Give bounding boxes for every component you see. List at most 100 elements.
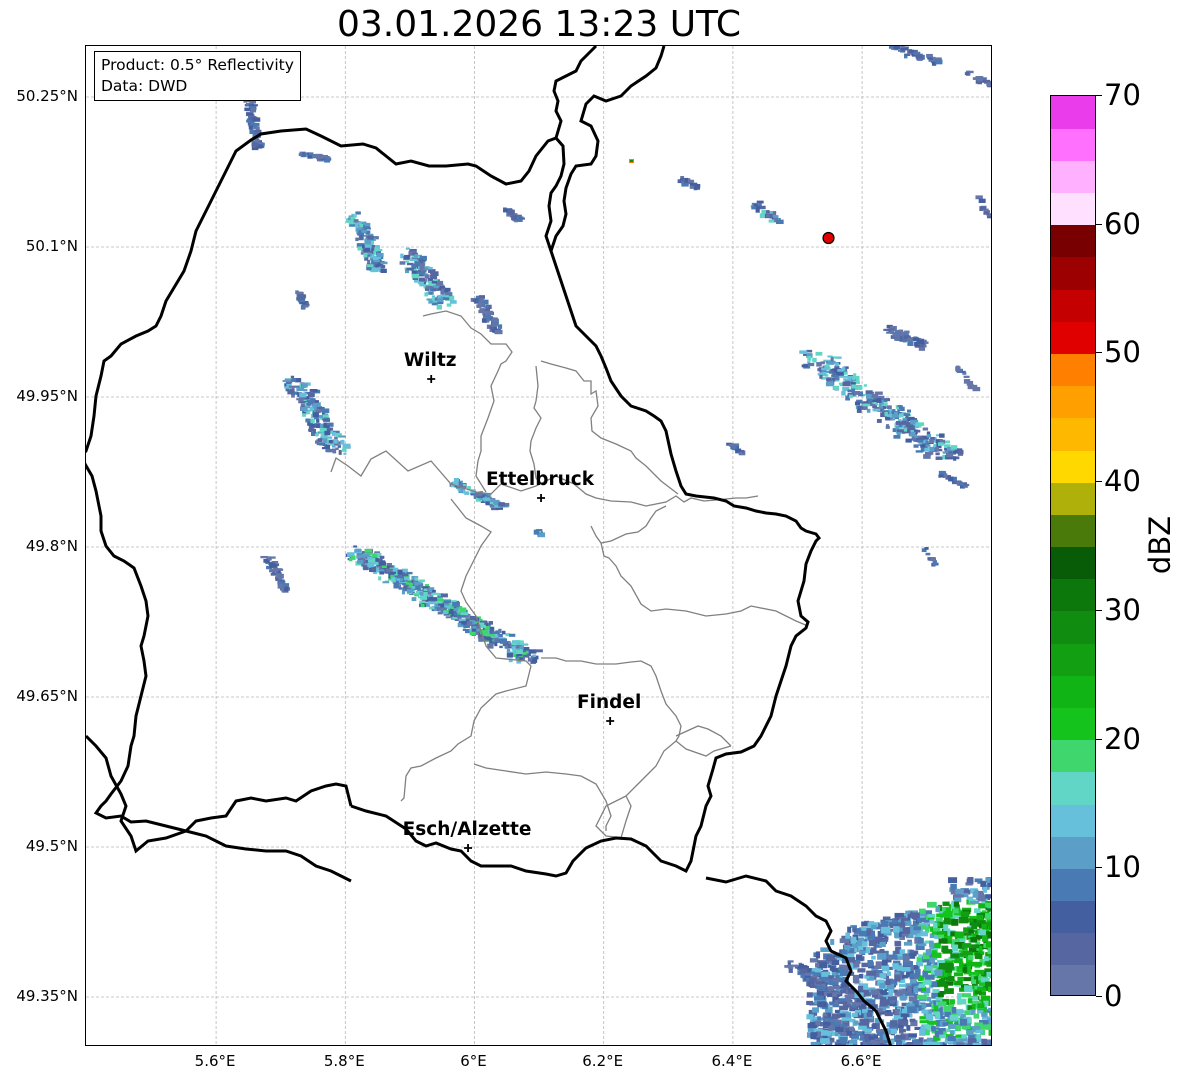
colorbar-segment (1051, 160, 1095, 194)
echo-cell (902, 955, 910, 963)
colorbar-tickmark (1096, 996, 1102, 997)
echo-cell (830, 938, 835, 945)
echo-cell (432, 300, 438, 303)
echo-cell (449, 300, 457, 304)
product-label: Product: 0.5° Reflectivity (101, 56, 294, 74)
echo-cell (917, 994, 927, 1000)
echo-cell (986, 82, 991, 87)
echo-cell (424, 292, 429, 297)
echo-cell (851, 1012, 858, 1017)
echo-cell (879, 996, 887, 1004)
echo-cell (506, 648, 511, 654)
echo-cell (915, 969, 921, 976)
echo-cell (832, 368, 838, 371)
echo-cell (851, 1035, 859, 1039)
echo-cell (967, 876, 974, 884)
echo-cell (936, 1014, 941, 1019)
map-canvas[interactable] (86, 46, 992, 1046)
echo-cell (359, 234, 363, 240)
echo-cell (852, 976, 860, 984)
echo-cell (437, 611, 443, 615)
echo-cell (494, 329, 503, 335)
echo-cell (829, 966, 835, 971)
echo-cell (459, 607, 467, 613)
echo-cell (894, 916, 900, 920)
echo-cell (301, 152, 306, 156)
echo-cell (761, 209, 767, 214)
echo-cell (728, 443, 734, 447)
echo-cell (959, 952, 965, 957)
echo-cell (974, 908, 981, 914)
echo-cell (916, 422, 925, 426)
echo-cell (309, 152, 314, 156)
echo-cell (977, 1003, 985, 1009)
echo-cell (333, 438, 338, 444)
echo-cell (337, 445, 342, 448)
echo-cell (919, 1020, 929, 1024)
echo-cell (902, 1045, 909, 1046)
echo-cell (429, 606, 435, 610)
echo-cell (876, 398, 882, 403)
echo-cell (815, 351, 823, 356)
echo-cell (321, 408, 330, 413)
echo-cell (381, 264, 386, 269)
echo-cell (898, 405, 903, 410)
echo-cell (895, 947, 900, 954)
echo-cell (432, 288, 436, 292)
echo-cell (951, 1007, 957, 1014)
echo-cell (759, 213, 766, 219)
echo-cell (354, 222, 359, 228)
echo-cell (403, 585, 408, 589)
echo-cell (251, 142, 259, 147)
echo-cell (376, 252, 384, 257)
echo-cell (976, 920, 986, 924)
echo-cell (971, 1004, 977, 1010)
echo-cell (829, 370, 833, 374)
colorbar-tickmark (1096, 95, 1102, 96)
echo-cell (984, 968, 991, 972)
echo-cell (870, 924, 877, 930)
echo-cell (378, 576, 382, 581)
echo-cell (886, 424, 890, 427)
echo-cell (806, 1014, 814, 1020)
echo-cell (284, 586, 289, 592)
echo-cell (806, 992, 813, 998)
echo-cell (929, 446, 935, 452)
echo-cell (970, 937, 978, 943)
echo-cell (830, 357, 834, 362)
echo-cell (934, 969, 943, 977)
echo-cell (968, 929, 974, 934)
echo-cell (363, 253, 368, 258)
echo-cell (466, 621, 473, 627)
echo-cell (930, 942, 935, 949)
echo-cell (952, 908, 959, 914)
echo-cell (815, 963, 820, 968)
radar-site-marker[interactable] (822, 231, 835, 245)
echo-cell (825, 363, 829, 367)
echo-cell (249, 129, 255, 134)
echo-cell (876, 1045, 881, 1046)
radar-map[interactable] (85, 45, 992, 1046)
echo-cell (464, 491, 470, 495)
echo-cell (505, 644, 509, 649)
city-label: Findel (577, 692, 642, 713)
echo-cell (856, 385, 863, 390)
echo-cell (501, 630, 506, 635)
echo-cell (920, 931, 928, 937)
colorbar-segment (1051, 610, 1095, 644)
echo-cell (872, 408, 881, 412)
echo-cell (971, 922, 978, 930)
echo-cell (323, 419, 331, 422)
echo-cell (936, 913, 946, 918)
echo-cell (909, 1018, 916, 1022)
echo-cell (964, 375, 969, 378)
echo-cell (989, 975, 991, 979)
colorbar-segment (1051, 482, 1095, 515)
echo-cell (405, 247, 411, 250)
echo-cell (921, 1003, 927, 1009)
echo-cell (815, 1020, 821, 1025)
echo-cell (382, 581, 390, 584)
echo-cell (755, 208, 760, 213)
echo-cell (916, 339, 925, 345)
echo-cell (414, 581, 419, 586)
